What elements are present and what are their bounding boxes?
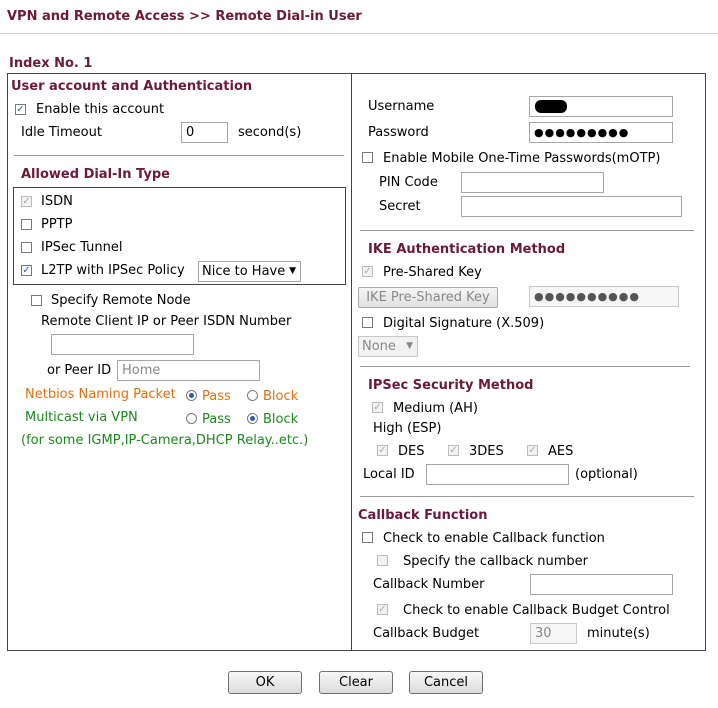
- ok-button[interactable]: OK: [228, 671, 302, 694]
- idle-timeout-input[interactable]: 0: [181, 122, 228, 143]
- multicast-note: (for some IGMP,IP-Camera,DHCP Relay..etc…: [21, 433, 309, 448]
- callback-budget-label: Callback Budget: [373, 626, 480, 641]
- pptp-checkbox[interactable]: [21, 219, 32, 230]
- remote-client-label: Remote Client IP or Peer ISDN Number: [41, 314, 292, 329]
- local-id-optional: (optional): [575, 467, 638, 482]
- l2tp-label: L2TP with IPSec Policy: [41, 263, 185, 278]
- medium-ah-label: Medium (AH): [393, 401, 478, 416]
- pptp-label: PPTP: [41, 217, 73, 232]
- ike-section-title: IKE Authentication Method: [368, 242, 566, 257]
- right-divider-1: [360, 230, 694, 231]
- digital-signature-checkbox[interactable]: [362, 317, 373, 328]
- multicast-block-label: Block: [263, 412, 299, 427]
- peer-id-label: or Peer ID: [47, 363, 112, 378]
- pre-shared-key-label: Pre-Shared Key: [383, 265, 482, 280]
- netbios-block-radio[interactable]: [247, 390, 258, 401]
- page-title: VPN and Remote Access >> Remote Dial-in …: [7, 9, 362, 24]
- l2tp-checkbox[interactable]: ✓: [21, 265, 32, 276]
- pin-code-input[interactable]: [461, 172, 604, 193]
- netbios-pass-radio[interactable]: [186, 390, 197, 401]
- callback-budget-ctrl-label: Check to enable Callback Budget Control: [403, 603, 670, 618]
- enable-account-label: Enable this account: [36, 102, 165, 117]
- netbios-label: Netbios Naming Packet: [25, 387, 176, 402]
- column-divider: [351, 73, 352, 651]
- specify-remote-node-label: Specify Remote Node: [51, 293, 191, 308]
- digital-signature-label: Digital Signature (X.509): [383, 316, 545, 331]
- ipsec-section-title: IPSec Security Method: [368, 378, 534, 393]
- secret-label: Secret: [379, 199, 421, 214]
- callback-specify-label: Specify the callback number: [403, 554, 589, 569]
- local-id-label: Local ID: [363, 467, 415, 482]
- callback-enable-label: Check to enable Callback function: [383, 531, 605, 546]
- secret-input[interactable]: [461, 196, 682, 217]
- left-divider-1: [14, 155, 344, 156]
- chevron-down-icon: ▼: [289, 266, 296, 276]
- chevron-down-icon: ▼: [406, 341, 413, 351]
- motp-label: Enable Mobile One-Time Passwords(mOTP): [383, 151, 661, 166]
- title-divider: [0, 33, 718, 34]
- idle-timeout-unit: second(s): [238, 125, 302, 140]
- l2tp-policy-value: Nice to Have: [202, 264, 286, 279]
- des-checkbox[interactable]: ✓: [377, 445, 388, 456]
- right-divider-2: [360, 366, 690, 367]
- callback-budget-unit: minute(s): [587, 626, 650, 641]
- password-label: Password: [368, 125, 429, 140]
- password-input[interactable]: ●●●●●●●●●: [529, 122, 673, 143]
- idle-timeout-label: Idle Timeout: [21, 125, 102, 140]
- medium-ah-checkbox[interactable]: ✓: [372, 402, 383, 413]
- peer-id-placeholder: Home: [122, 363, 161, 378]
- l2tp-policy-select[interactable]: Nice to Have ▼: [198, 261, 301, 282]
- netbios-block-label: Block: [263, 389, 299, 404]
- pin-code-label: PIN Code: [379, 175, 438, 190]
- remote-client-input[interactable]: [51, 334, 194, 355]
- redaction-mark: [535, 100, 567, 113]
- multicast-pass-radio[interactable]: [186, 413, 197, 424]
- ike-psk-input[interactable]: ●●●●●●●●●●: [529, 286, 679, 307]
- multicast-block-radio[interactable]: [247, 413, 258, 424]
- ipsec-tunnel-label: IPSec Tunnel: [41, 240, 123, 255]
- callback-number-label: Callback Number: [373, 577, 485, 592]
- callback-enable-checkbox[interactable]: [362, 532, 373, 543]
- local-id-input[interactable]: [426, 464, 569, 485]
- callback-section-title: Callback Function: [358, 508, 488, 523]
- ike-psk-button[interactable]: IKE Pre-Shared Key: [358, 287, 498, 308]
- 3des-label: 3DES: [469, 444, 504, 459]
- callback-budget-input[interactable]: 30: [530, 623, 577, 644]
- index-label: Index No. 1: [9, 56, 93, 71]
- user-account-section-title: User account and Authentication: [11, 79, 253, 94]
- certificate-select[interactable]: None ▼: [358, 336, 418, 357]
- multicast-pass-label: Pass: [202, 412, 231, 427]
- pre-shared-key-checkbox[interactable]: ✓: [362, 266, 373, 277]
- certificate-select-value: None: [362, 339, 396, 354]
- callback-budget-ctrl-checkbox[interactable]: ✓: [377, 604, 388, 615]
- motp-checkbox[interactable]: [362, 152, 373, 163]
- username-input[interactable]: [529, 96, 673, 117]
- ipsec-tunnel-checkbox[interactable]: [21, 242, 32, 253]
- peer-id-input[interactable]: Home: [117, 360, 260, 381]
- isdn-checkbox[interactable]: ✓: [21, 196, 32, 207]
- aes-checkbox[interactable]: ✓: [527, 445, 538, 456]
- callback-number-input[interactable]: [530, 574, 673, 595]
- multicast-label: Multicast via VPN: [25, 410, 138, 425]
- specify-remote-node-checkbox[interactable]: [31, 295, 42, 306]
- des-label: DES: [398, 444, 425, 459]
- 3des-checkbox[interactable]: ✓: [448, 445, 459, 456]
- right-divider-3: [360, 496, 694, 497]
- clear-button[interactable]: Clear: [319, 671, 393, 694]
- callback-specify-checkbox[interactable]: [377, 555, 388, 566]
- high-esp-label: High (ESP): [373, 421, 442, 436]
- dial-in-type-title: Allowed Dial-In Type: [21, 167, 170, 182]
- enable-account-checkbox[interactable]: ✓: [15, 104, 26, 115]
- isdn-label: ISDN: [41, 194, 73, 209]
- aes-label: AES: [548, 444, 574, 459]
- username-label: Username: [368, 99, 435, 114]
- netbios-pass-label: Pass: [202, 389, 231, 404]
- cancel-button[interactable]: Cancel: [409, 671, 483, 694]
